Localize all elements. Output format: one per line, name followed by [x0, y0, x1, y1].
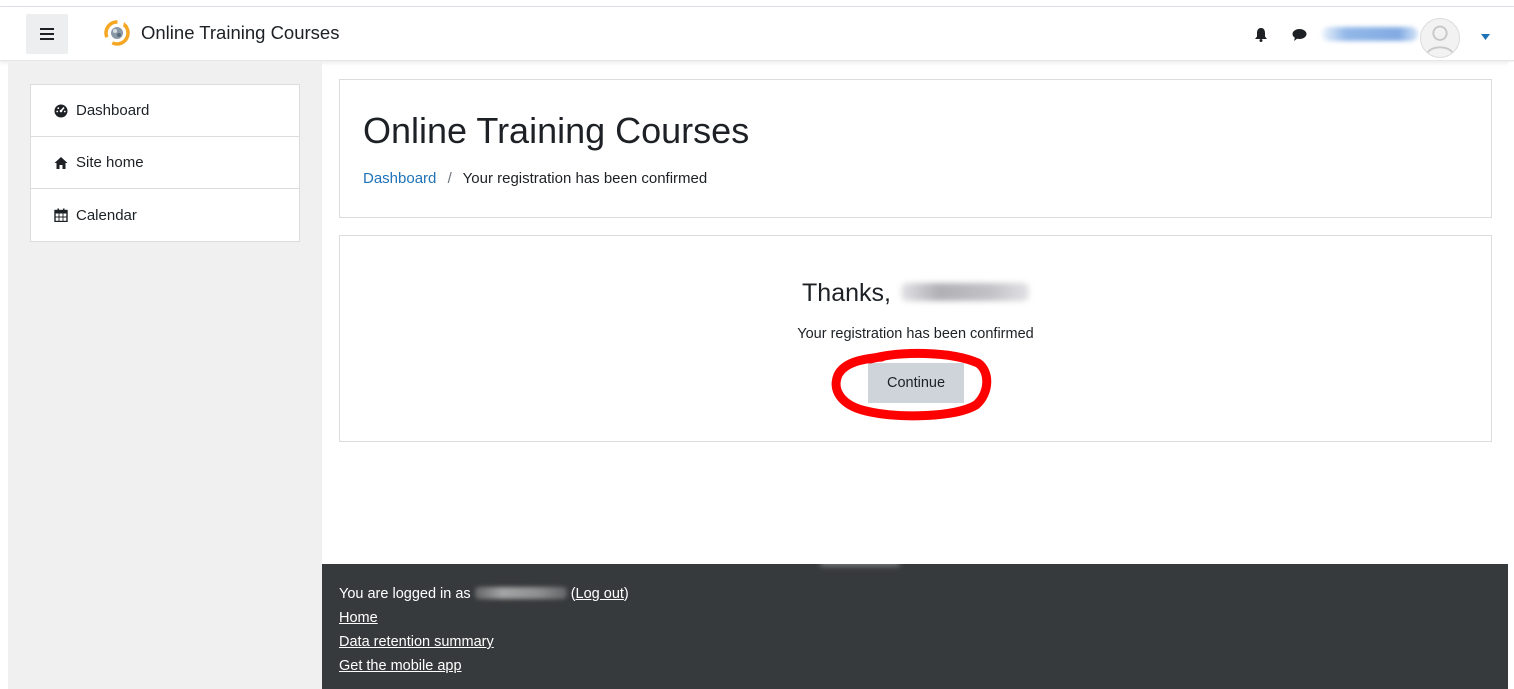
- breadcrumb-current: Your registration has been confirmed: [462, 170, 708, 187]
- page-header: Online Training Courses Dashboard / Your…: [339, 79, 1492, 218]
- confirmation-card: Thanks, Your registration has been confi…: [339, 235, 1492, 442]
- logout-link[interactable]: Log out: [576, 586, 624, 602]
- top-navbar: Online Training Courses: [0, 7, 1514, 61]
- page-footer: You are logged in as (Log out) Home Data …: [322, 560, 1508, 689]
- logout-paren-close: ): [623, 586, 629, 602]
- user-name-redacted[interactable]: [1322, 27, 1418, 41]
- window-edge: [1508, 62, 1514, 689]
- nav-drawer: Dashboard Site home Calendar: [8, 62, 322, 689]
- home-icon: [54, 156, 68, 169]
- continue-button[interactable]: Continue: [868, 363, 964, 403]
- thanks-heading: Thanks,: [340, 279, 1491, 308]
- sidebar-item-site-home[interactable]: Site home: [31, 137, 299, 189]
- footer-link-mobile-app[interactable]: Get the mobile app: [339, 658, 462, 674]
- sidebar-nav: Dashboard Site home Calendar: [30, 84, 300, 242]
- avatar[interactable]: [1420, 18, 1460, 58]
- breadcrumb-link-dashboard[interactable]: Dashboard: [363, 170, 436, 187]
- logged-in-prefix: You are logged in as: [339, 586, 471, 602]
- tachometer-icon: [54, 104, 68, 117]
- hamburger-menu-button[interactable]: [26, 14, 68, 54]
- sidebar-item-label: Site home: [76, 154, 144, 171]
- confirmation-message: Your registration has been confirmed: [797, 326, 1034, 342]
- site-logo-icon[interactable]: [103, 19, 131, 47]
- footer-redaction-smudge: [820, 560, 900, 566]
- logged-in-user-redacted[interactable]: [474, 586, 567, 599]
- bell-icon[interactable]: [1254, 27, 1268, 42]
- sidebar-item-calendar[interactable]: Calendar: [31, 189, 299, 241]
- breadcrumb: Dashboard / Your registration has been c…: [363, 170, 707, 187]
- breadcrumb-separator: /: [447, 170, 452, 187]
- chat-icon[interactable]: [1292, 28, 1307, 42]
- page-title: Online Training Courses: [363, 110, 750, 151]
- hamburger-menu-icon: [40, 28, 54, 40]
- sidebar-item-label: Calendar: [76, 206, 137, 224]
- login-info: You are logged in as (Log out): [339, 586, 629, 602]
- site-title[interactable]: Online Training Courses: [141, 22, 339, 44]
- chevron-down-icon[interactable]: [1481, 34, 1490, 40]
- thanks-prefix: Thanks,: [802, 279, 891, 307]
- user-name-redacted: [900, 283, 1029, 302]
- user-avatar-icon: [1425, 25, 1455, 56]
- footer-link-data-retention[interactable]: Data retention summary: [339, 634, 494, 650]
- sidebar-item-dashboard[interactable]: Dashboard: [31, 85, 299, 137]
- sidebar-item-label: Dashboard: [76, 102, 150, 119]
- calendar-icon: [54, 208, 68, 222]
- footer-link-home[interactable]: Home: [339, 610, 378, 626]
